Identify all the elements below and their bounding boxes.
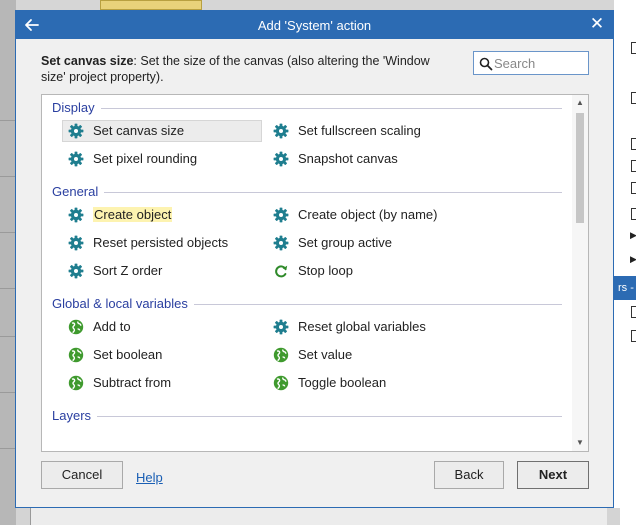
action-item-label: Set canvas size [93, 123, 185, 138]
category-header: Display [52, 100, 562, 116]
action-item[interactable]: Create object [62, 204, 262, 226]
gear-icon [273, 207, 289, 223]
category-divider [52, 192, 562, 193]
background-checkbox [631, 160, 636, 172]
background-checkbox [631, 182, 636, 194]
action-item[interactable]: Set boolean [62, 344, 262, 366]
gear-icon [68, 235, 84, 251]
scroll-up-arrow-icon[interactable]: ▲ [572, 95, 588, 111]
action-item[interactable]: Sort Z order [62, 260, 262, 282]
globe-icon [68, 375, 84, 391]
action-item[interactable]: Reset persisted objects [62, 232, 262, 254]
cancel-button[interactable]: Cancel [41, 461, 123, 489]
action-item[interactable]: Subtract from [62, 372, 262, 394]
category-name: Layers [52, 408, 98, 423]
expand-triangle-icon: ▶ [630, 230, 636, 240]
globe-icon [68, 347, 84, 363]
action-item[interactable]: Reset global variables [267, 316, 467, 338]
action-item-label: Subtract from [93, 375, 172, 390]
background-checkbox [631, 330, 636, 342]
help-link[interactable]: Help [136, 470, 163, 485]
background-checkbox [631, 42, 636, 54]
background-checkbox [631, 138, 636, 150]
dialog-title: Add 'System' action [257, 18, 372, 33]
gear-icon [68, 263, 84, 279]
gear-icon [273, 319, 289, 335]
action-item[interactable]: Stop loop [267, 260, 467, 282]
back-button[interactable]: Back [434, 461, 504, 489]
category-name: Global & local variables [52, 296, 194, 311]
search-input[interactable] [494, 54, 584, 72]
background-checkbox [631, 92, 636, 104]
action-item-label: Reset global variables [298, 319, 426, 334]
background-left-panel [0, 0, 16, 525]
globe-icon [273, 347, 289, 363]
action-item-label: Toggle boolean [298, 375, 387, 390]
action-item-label: Stop loop [298, 263, 353, 278]
action-item-label: Set fullscreen scaling [298, 123, 421, 138]
gear-icon [273, 235, 289, 251]
background-selected-strip: rs - [614, 276, 636, 300]
globe-icon [273, 375, 289, 391]
add-action-dialog: Add 'System' action ✕ Set canvas size: S… [15, 10, 614, 508]
globe-icon [68, 319, 84, 335]
action-item[interactable]: Snapshot canvas [267, 148, 467, 170]
category-name: Display [52, 100, 101, 115]
action-item[interactable]: Set pixel rounding [62, 148, 262, 170]
action-list: Display Set canvas size Set fullscreen sca… [41, 94, 589, 452]
background-top-bar [16, 0, 620, 10]
close-icon[interactable]: ✕ [587, 14, 607, 34]
expand-triangle-icon: ▶ [630, 254, 636, 264]
action-item-label: Snapshot canvas [298, 151, 398, 166]
loop-arrow-icon [273, 263, 289, 279]
search-icon [479, 57, 493, 71]
action-item[interactable]: Add to [62, 316, 262, 338]
category-name: General [52, 184, 105, 199]
category-header: Layers [52, 408, 562, 424]
action-item-label: Sort Z order [93, 263, 163, 278]
search-box[interactable] [473, 51, 589, 75]
scrollbar-thumb[interactable] [576, 113, 584, 223]
gear-icon [68, 207, 84, 223]
action-item[interactable]: Set fullscreen scaling [267, 120, 467, 142]
next-button[interactable]: Next [517, 461, 589, 489]
background-right-panel: ▶ ▶ rs - [614, 0, 636, 525]
action-description: Set canvas size: Set the size of the can… [41, 53, 449, 85]
background-tab [100, 0, 202, 10]
gear-icon [273, 151, 289, 167]
action-item-label: Create object (by name) [298, 207, 438, 222]
action-item-label: Add to [93, 319, 131, 334]
action-item-label: Create object [93, 207, 173, 222]
action-item-label: Set group active [298, 235, 392, 250]
action-item[interactable]: Set group active [267, 232, 467, 254]
action-item[interactable]: Toggle boolean [267, 372, 467, 394]
category-divider [52, 108, 562, 109]
background-checkbox [631, 208, 636, 220]
background-checkbox [631, 306, 636, 318]
description-action-name: Set canvas size [41, 54, 134, 68]
background-bottom-bar [16, 508, 620, 525]
gear-icon [68, 123, 84, 139]
category-header: General [52, 184, 562, 200]
gear-icon [273, 123, 289, 139]
action-item-label: Set boolean [93, 347, 163, 362]
category-divider [52, 416, 562, 417]
list-scrollbar[interactable]: ▲ ▼ [572, 95, 588, 451]
action-item[interactable]: Set canvas size [62, 120, 262, 142]
gear-icon [68, 151, 84, 167]
action-item-label: Reset persisted objects [93, 235, 229, 250]
action-item-label: Set pixel rounding [93, 151, 198, 166]
scroll-down-arrow-icon[interactable]: ▼ [572, 435, 588, 451]
category-header: Global & local variables [52, 296, 562, 312]
action-item-label: Set value [298, 347, 353, 362]
action-item[interactable]: Set value [267, 344, 467, 366]
dialog-titlebar: Add 'System' action ✕ [16, 11, 613, 39]
action-item[interactable]: Create object (by name) [267, 204, 467, 226]
